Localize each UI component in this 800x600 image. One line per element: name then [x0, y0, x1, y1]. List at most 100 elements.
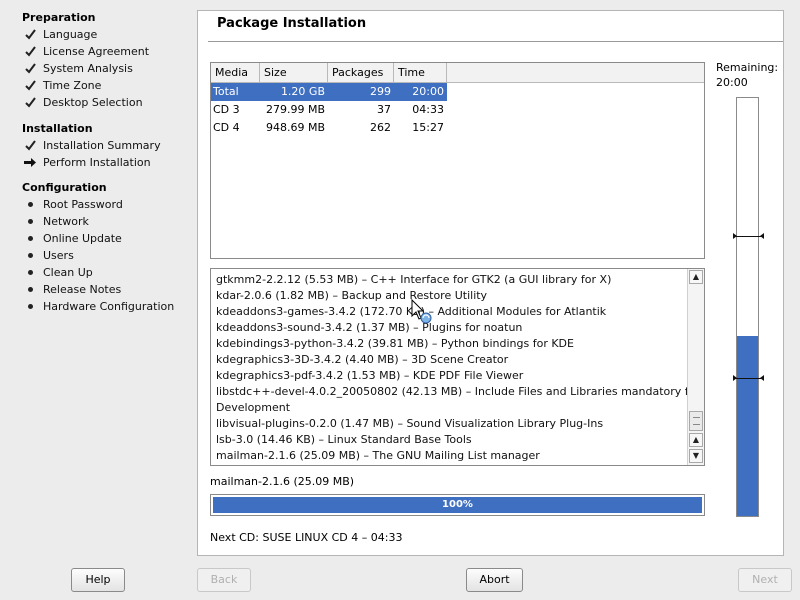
- scroll-thumb[interactable]: [689, 411, 703, 431]
- abort-button[interactable]: Abort: [466, 568, 523, 592]
- progress-percent: 100%: [442, 499, 473, 510]
- package-log[interactable]: gtkmm2-2.2.12 (5.53 MB) – C++ Interface …: [210, 268, 705, 466]
- cell-media: Total: [213, 85, 239, 98]
- log-line: kdeaddons3-games-3.4.2 (172.70 KB) – Add…: [216, 305, 607, 318]
- back-button[interactable]: Back: [197, 568, 251, 592]
- step-perform-installation: Perform Installation: [0, 154, 192, 171]
- remaining-title: Remaining:: [716, 61, 779, 74]
- step-license-agreement: License Agreement: [0, 43, 192, 60]
- step-release-notes: Release Notes: [0, 281, 192, 298]
- bullet-icon: [23, 298, 37, 315]
- remaining-time: 20:00: [716, 76, 748, 89]
- column-header-time[interactable]: Time: [394, 63, 447, 82]
- step-label: Release Notes: [43, 283, 122, 296]
- table-row[interactable]: CD 4 948.69 MB 262 15:27: [211, 119, 704, 137]
- cell-time: 20:00: [412, 85, 444, 98]
- step-users: Users: [0, 247, 192, 264]
- bullet-icon: [23, 247, 37, 264]
- check-icon: [23, 77, 37, 94]
- scroll-up-icon[interactable]: ▲: [689, 433, 703, 447]
- scroll-up-icon[interactable]: ▲: [689, 270, 703, 284]
- log-line: libvisual-plugins-0.2.0 (1.47 MB) – Soun…: [216, 417, 604, 430]
- log-line: lsb-3.0 (14.46 KB) – Linux Standard Base…: [216, 433, 472, 446]
- cell-time: 15:27: [412, 121, 444, 134]
- log-line: kdeaddons3-sound-3.4.2 (1.37 MB) – Plugi…: [216, 321, 523, 334]
- table-row[interactable]: Total 1.20 GB 299 20:00: [211, 83, 447, 101]
- step-label: Users: [43, 249, 74, 262]
- section-title-preparation: Preparation: [22, 11, 96, 24]
- column-header-packages[interactable]: Packages: [328, 63, 394, 82]
- step-hardware-configuration: Hardware Configuration: [0, 298, 192, 315]
- cell-size: 1.20 GB: [280, 85, 325, 98]
- step-online-update: Online Update: [0, 230, 192, 247]
- table-row[interactable]: CD 3 279.99 MB 37 04:33: [211, 101, 704, 119]
- media-table[interactable]: Media Size Packages Time Total 1.20 GB 2…: [210, 62, 705, 259]
- log-line: kdar-2.0.6 (1.82 MB) – Backup and Restor…: [216, 289, 488, 302]
- title-divider: [208, 41, 783, 42]
- check-icon: [23, 26, 37, 43]
- step-time-zone: Time Zone: [0, 77, 192, 94]
- arrow-right-icon: [23, 154, 37, 171]
- log-line: kdebindings3-python-3.4.2 (39.81 MB) – P…: [216, 337, 574, 350]
- gauge-fill: [737, 336, 758, 516]
- cell-size: 948.69 MB: [265, 121, 325, 134]
- page-title: Package Installation: [217, 16, 367, 31]
- section-title-installation: Installation: [22, 122, 93, 135]
- busy-cursor-icon: [411, 298, 433, 325]
- step-label: Network: [43, 215, 89, 228]
- package-progress-bar: 100%: [210, 494, 705, 516]
- remaining-time-gauge: [733, 97, 764, 517]
- installation-steps-sidebar: Preparation Language License Agreement S…: [0, 0, 192, 560]
- cell-packages: 37: [377, 103, 391, 116]
- current-package-label: mailman-2.1.6 (25.09 MB): [210, 475, 355, 488]
- step-label: Hardware Configuration: [43, 300, 175, 313]
- step-label: Online Update: [43, 232, 122, 245]
- cell-size: 279.99 MB: [265, 103, 325, 116]
- bullet-icon: [23, 196, 37, 213]
- bullet-icon: [23, 213, 37, 230]
- cell-media: CD 4: [213, 121, 240, 134]
- bullet-icon: [23, 281, 37, 298]
- next-cd-label: Next CD: SUSE LINUX CD 4 – 04:33: [210, 531, 403, 544]
- check-icon: [23, 60, 37, 77]
- step-label: Installation Summary: [43, 139, 161, 152]
- bullet-icon: [23, 264, 37, 281]
- log-scrollbar[interactable]: ▲ ▲ ▼: [687, 269, 704, 465]
- scroll-down-icon[interactable]: ▼: [689, 449, 703, 463]
- cd-boundary-marker: [733, 375, 764, 381]
- table-header: Media Size Packages Time: [211, 63, 704, 83]
- check-icon: [23, 94, 37, 111]
- step-system-analysis: System Analysis: [0, 60, 192, 77]
- log-line: mailman-2.1.6 (25.09 MB) – The GNU Maili…: [216, 449, 540, 462]
- package-log-lines: gtkmm2-2.2.12 (5.53 MB) – C++ Interface …: [216, 272, 700, 464]
- section-title-configuration: Configuration: [22, 181, 107, 194]
- step-clean-up: Clean Up: [0, 264, 192, 281]
- check-icon: [23, 137, 37, 154]
- log-line: Development: [216, 401, 291, 414]
- cd-boundary-marker: [733, 233, 764, 239]
- step-label: Desktop Selection: [43, 96, 143, 109]
- step-label: Root Password: [43, 198, 123, 211]
- cell-time: 04:33: [412, 103, 444, 116]
- grip-icon: [693, 417, 700, 425]
- step-label: Language: [43, 28, 98, 41]
- column-header-size[interactable]: Size: [260, 63, 328, 82]
- package-installation-panel: Package Installation Media Size Packages…: [197, 10, 784, 556]
- log-line: gtkmm2-2.2.12 (5.53 MB) – C++ Interface …: [216, 273, 612, 286]
- step-label: System Analysis: [43, 62, 133, 75]
- cell-packages: 262: [370, 121, 391, 134]
- column-header-media[interactable]: Media: [211, 63, 260, 82]
- log-line: kdegraphics3-pdf-3.4.2 (1.53 MB) – KDE P…: [216, 369, 524, 382]
- step-root-password: Root Password: [0, 196, 192, 213]
- step-language: Language: [0, 26, 192, 43]
- step-network: Network: [0, 213, 192, 230]
- step-label: Clean Up: [43, 266, 93, 279]
- cell-media: CD 3: [213, 103, 240, 116]
- help-button[interactable]: Help: [71, 568, 125, 592]
- step-desktop-selection: Desktop Selection: [0, 94, 192, 111]
- step-label: License Agreement: [43, 45, 150, 58]
- cell-packages: 299: [370, 85, 391, 98]
- log-line: libstdc++-devel-4.0.2_20050802 (42.13 MB…: [216, 385, 700, 398]
- next-button[interactable]: Next: [738, 568, 792, 592]
